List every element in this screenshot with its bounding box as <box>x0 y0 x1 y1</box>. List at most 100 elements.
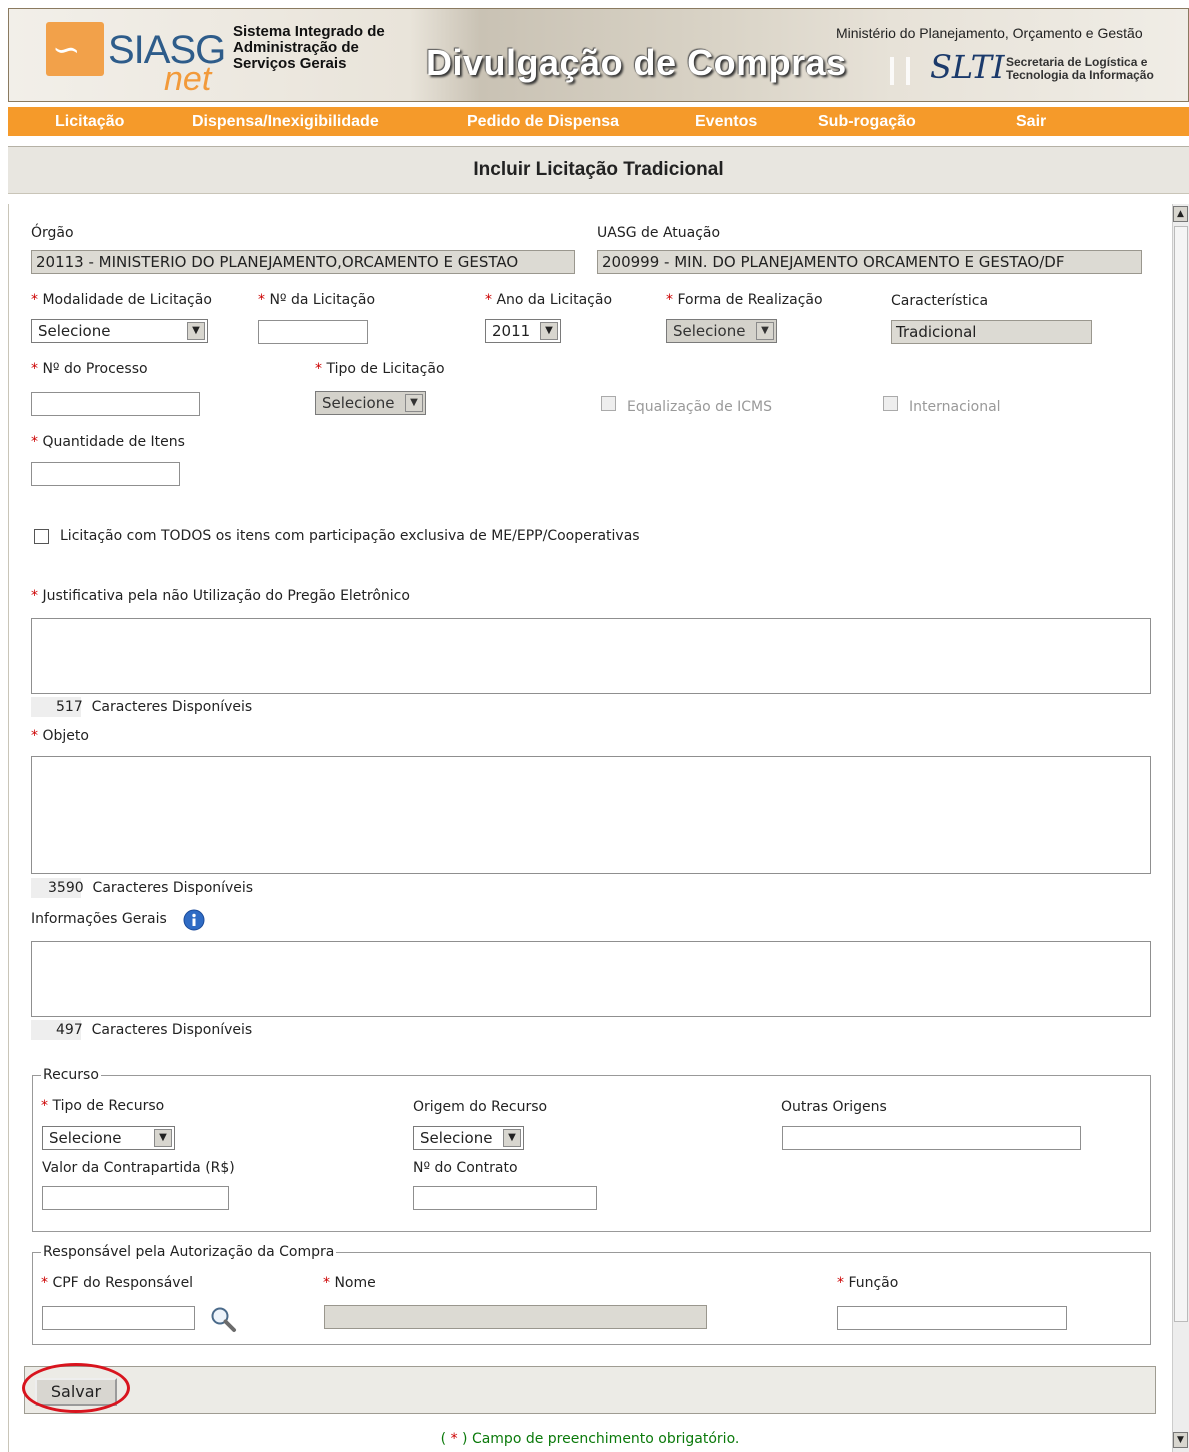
banner-title: Divulgação de Compras <box>426 42 847 83</box>
contrapartida-label: Valor da Contrapartida (R$) <box>42 1160 235 1176</box>
quantidade-input[interactable] <box>31 462 180 486</box>
system-name-line2: Administração de <box>233 39 359 56</box>
modalidade-select-value: Selecione <box>38 322 111 340</box>
forma-realizacao-label: * Forma de Realização <box>666 292 823 308</box>
modalidade-select[interactable]: Selecione ▼ <box>31 319 208 343</box>
funcao-input[interactable] <box>837 1306 1067 1330</box>
info-gerais-count-value: 497 <box>56 1022 83 1038</box>
chevron-down-icon: ▼ <box>405 394 423 412</box>
contrapartida-input[interactable] <box>42 1186 229 1210</box>
scrollbar-thumb[interactable] <box>1174 226 1188 1322</box>
justificativa-label-text: Justificativa pela não Utilização do Pre… <box>42 588 410 604</box>
highlight-circle <box>22 1363 130 1413</box>
tipo-recurso-select[interactable]: Selecione ▼ <box>42 1126 175 1150</box>
origem-recurso-select[interactable]: Selecione ▼ <box>413 1126 524 1150</box>
exclusiva-me-epp-checkbox[interactable] <box>34 529 49 544</box>
chars-available-text: Caracteres Disponíveis <box>91 1022 253 1038</box>
justificativa-count-value: 517 <box>56 699 83 715</box>
outras-origens-label: Outras Origens <box>781 1099 887 1115</box>
processo-input[interactable] <box>31 392 200 416</box>
search-icon[interactable] <box>209 1305 237 1333</box>
required-note-close: ) Campo de preenchimento obrigatório. <box>457 1431 740 1447</box>
icms-checkbox[interactable] <box>601 396 616 411</box>
chevron-down-icon: ▼ <box>187 322 205 340</box>
scroll-up-arrow-icon[interactable]: ▲ <box>1173 206 1188 222</box>
nav-licitacao[interactable]: Licitação <box>55 113 124 131</box>
required-mark: * <box>31 588 38 604</box>
objeto-count: 3590 Caracteres Disponíveis <box>48 880 253 896</box>
funcao-label-text: Função <box>848 1275 899 1291</box>
nome-label-text: Nome <box>334 1275 376 1291</box>
chars-available-text: Caracteres Disponíveis <box>91 699 253 715</box>
chevron-down-icon: ▼ <box>756 322 774 340</box>
info-icon[interactable] <box>183 909 205 931</box>
cpf-input[interactable] <box>42 1306 195 1330</box>
justificativa-textarea[interactable] <box>31 618 1151 694</box>
slti-subtitle: Secretaria de Logística e Tecnologia da … <box>1006 56 1154 82</box>
ano-licitacao-label-text: Ano da Licitação <box>496 292 613 308</box>
siasgnet-logo: ∽ SIASG net <box>46 22 226 98</box>
required-mark: * <box>31 434 38 450</box>
slti-logo: SLTI <box>930 48 1005 86</box>
internacional-checkbox[interactable] <box>883 396 898 411</box>
objeto-textarea[interactable] <box>31 756 1151 874</box>
required-mark: * <box>450 1431 458 1447</box>
required-note-open: ( <box>440 1431 451 1447</box>
numero-licitacao-label-text: Nº da Licitação <box>269 292 376 308</box>
main-nav: Licitação Dispensa/Inexigibilidade Pedid… <box>8 107 1189 136</box>
required-mark: * <box>31 728 38 744</box>
required-mark: * <box>666 292 673 308</box>
slti-line2: Tecnologia da Informação <box>1006 68 1154 82</box>
forma-realizacao-select-value: Selecione <box>673 322 746 340</box>
numero-contrato-input[interactable] <box>413 1186 597 1210</box>
logo-net-text: net <box>164 60 212 98</box>
quantidade-label: * Quantidade de Itens <box>31 434 185 450</box>
ano-licitacao-label: * Ano da Licitação <box>485 292 612 308</box>
cpf-label: * CPF do Responsável <box>41 1275 193 1291</box>
numero-licitacao-label: * Nº da Licitação <box>258 292 375 308</box>
objeto-label: * Objeto <box>31 728 89 744</box>
nav-sair[interactable]: Sair <box>1016 113 1046 131</box>
nav-pedido-de-dispensa[interactable]: Pedido de Dispensa <box>467 113 619 131</box>
required-mark: * <box>31 361 38 377</box>
outras-origens-input[interactable] <box>782 1126 1081 1150</box>
system-name-line3: Serviços Gerais <box>233 55 347 72</box>
required-mark: * <box>41 1275 48 1291</box>
nav-dispensa-inexigibilidade[interactable]: Dispensa/Inexigibilidade <box>192 113 379 131</box>
uasg-label: UASG de Atuação <box>597 225 721 241</box>
icms-label: Equalização de ICMS <box>627 399 773 415</box>
info-gerais-label: Informações Gerais <box>31 911 167 927</box>
tipo-licitacao-select[interactable]: Selecione ▼ <box>315 391 426 415</box>
logo-swirl-icon: ∽ <box>52 30 81 70</box>
system-name-line1: Sistema Integrado de <box>233 23 385 40</box>
objeto-label-text: Objeto <box>42 728 89 744</box>
orgao-label: Órgão <box>31 225 74 241</box>
quantidade-label-text: Quantidade de Itens <box>42 434 185 450</box>
required-mark: * <box>315 361 322 377</box>
tipo-recurso-label-text: Tipo de Recurso <box>52 1098 165 1114</box>
tipo-licitacao-label: * Tipo de Licitação <box>315 361 445 377</box>
numero-licitacao-input[interactable] <box>258 320 368 344</box>
internacional-label: Internacional <box>909 399 1001 415</box>
chevron-down-icon: ▼ <box>154 1129 172 1147</box>
tipo-recurso-label: * Tipo de Recurso <box>41 1098 164 1114</box>
separator-bars <box>890 57 910 85</box>
required-mark: * <box>31 292 38 308</box>
tipo-licitacao-label-text: Tipo de Licitação <box>326 361 445 377</box>
info-gerais-count: 497 Caracteres Disponíveis <box>56 1022 252 1038</box>
nav-eventos[interactable]: Eventos <box>695 113 757 131</box>
scroll-down-arrow-icon[interactable]: ▼ <box>1173 1432 1188 1448</box>
processo-label: * Nº do Processo <box>31 361 148 377</box>
ano-licitacao-select[interactable]: 2011 ▼ <box>485 319 561 343</box>
origem-recurso-select-value: Selecione <box>420 1129 493 1147</box>
numero-contrato-label: Nº do Contrato <box>413 1160 518 1176</box>
page-title-bar: Incluir Licitação Tradicional <box>8 146 1189 194</box>
forma-realizacao-select[interactable]: Selecione ▼ <box>666 319 777 343</box>
ano-licitacao-select-value: 2011 <box>492 322 531 340</box>
origem-recurso-label: Origem do Recurso <box>413 1099 548 1115</box>
required-mark: * <box>323 1275 330 1291</box>
chevron-down-icon: ▼ <box>503 1129 521 1147</box>
info-gerais-textarea[interactable] <box>31 941 1151 1017</box>
processo-label-text: Nº do Processo <box>42 361 148 377</box>
nav-sub-rogacao[interactable]: Sub-rogação <box>818 113 916 131</box>
